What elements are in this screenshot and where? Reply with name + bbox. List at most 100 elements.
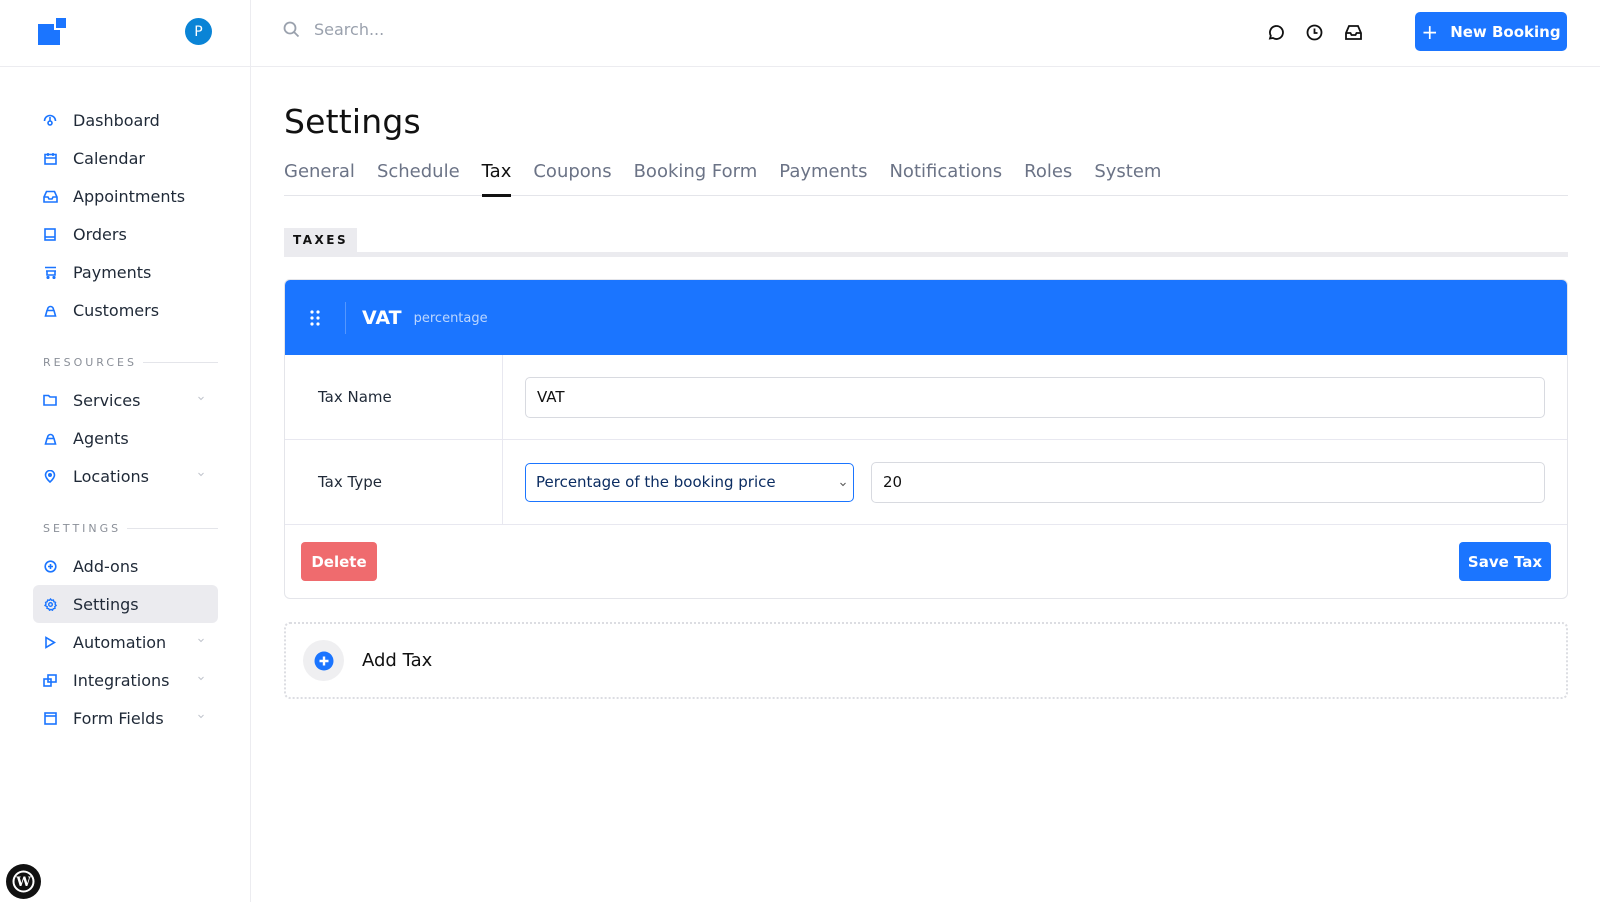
sidebar-item-payments[interactable]: Payments	[33, 253, 218, 291]
main-content: Settings General Schedule Tax Coupons Bo…	[284, 67, 1568, 699]
search-icon	[283, 21, 300, 38]
sidebar-item-agents[interactable]: Agents	[33, 419, 218, 457]
sidebar-item-label: Calendar	[73, 148, 145, 168]
chevron-down-icon[interactable]	[196, 673, 206, 683]
divider	[143, 361, 218, 363]
sidebar-item-customers[interactable]: Customers	[33, 291, 218, 329]
tab-roles[interactable]: Roles	[1024, 161, 1072, 196]
sidebar: P Dashboard Calendar Appointments Orders…	[0, 0, 251, 902]
tax-type-label: Tax Type	[285, 440, 503, 524]
page-title: Settings	[284, 102, 421, 141]
sidebar-item-label: Locations	[73, 466, 150, 486]
settings-tabs: General Schedule Tax Coupons Booking For…	[284, 161, 1568, 197]
sidebar-item-appointments[interactable]: Appointments	[33, 177, 218, 215]
sidebar-item-orders[interactable]: Orders	[33, 215, 218, 253]
sidebar-item-add-ons[interactable]: Add-ons	[33, 547, 218, 585]
clock-icon[interactable]	[1305, 23, 1324, 42]
sidebar-item-calendar[interactable]: Calendar	[33, 139, 218, 177]
section-label-text: SETTINGS	[43, 521, 122, 535]
search-placeholder: Search...	[314, 20, 385, 39]
tax-name-row: Tax Name VAT	[285, 355, 1567, 440]
sidebar-item-dashboard[interactable]: Dashboard	[33, 101, 218, 139]
drag-handle-icon[interactable]	[285, 280, 345, 355]
search-input[interactable]: Search...	[283, 20, 384, 39]
tab-booking-form[interactable]: Booking Form	[634, 161, 758, 196]
chat-icon[interactable]	[1266, 23, 1285, 42]
add-icon-wrapper	[303, 640, 344, 681]
delete-button[interactable]: Delete	[301, 542, 377, 581]
windows-icon	[42, 672, 58, 688]
form-icon	[42, 710, 58, 726]
tax-card: VAT percentage Tax Name VAT Tax Type Per…	[284, 279, 1568, 599]
new-booking-label: New Booking	[1450, 22, 1561, 41]
section-label-resources: RESOURCES	[33, 343, 218, 381]
taxes-section-header: TAXES	[284, 228, 1568, 257]
new-booking-button[interactable]: + New Booking	[1415, 12, 1567, 51]
sidebar-item-label: Services	[73, 390, 141, 410]
tax-type-badge: percentage	[413, 311, 488, 326]
tax-name-input[interactable]: VAT	[525, 376, 1545, 418]
tax-card-header[interactable]: VAT percentage	[285, 280, 1567, 355]
sidebar-item-label: Settings	[73, 594, 139, 614]
tax-card-footer: Delete Save Tax	[285, 525, 1567, 598]
sidebar-item-label: Appointments	[73, 186, 186, 206]
tab-system[interactable]: System	[1094, 161, 1161, 196]
section-label-settings: SETTINGS	[33, 509, 218, 547]
chevron-down-icon	[840, 482, 846, 486]
tax-type-value: Percentage of the booking price	[536, 473, 776, 491]
divider	[345, 301, 346, 334]
chevron-down-icon[interactable]	[196, 635, 206, 645]
dashboard-icon	[42, 112, 58, 128]
tab-general[interactable]: General	[284, 161, 355, 196]
sidebar-item-label: Customers	[73, 300, 160, 320]
tax-rate-input[interactable]: 20	[871, 461, 1545, 503]
avatar[interactable]: P	[185, 18, 212, 45]
inbox-icon[interactable]	[1344, 23, 1363, 42]
sidebar-item-integrations[interactable]: Integrations	[33, 661, 218, 699]
section-label-text: RESOURCES	[43, 355, 137, 369]
chevron-down-icon[interactable]	[196, 393, 206, 403]
play-icon	[42, 634, 58, 650]
sidebar-item-label: Dashboard	[73, 110, 160, 130]
orders-icon	[42, 226, 58, 242]
tax-type-row: Tax Type Percentage of the booking price…	[285, 440, 1567, 525]
sidebar-nav: Dashboard Calendar Appointments Orders P…	[33, 101, 218, 737]
wordpress-icon[interactable]: W	[6, 864, 41, 899]
tax-type-select[interactable]: Percentage of the booking price	[525, 462, 854, 502]
gear-icon	[42, 596, 58, 612]
sidebar-item-label: Payments	[73, 262, 152, 282]
calendar-icon	[42, 150, 58, 166]
divider	[127, 527, 218, 529]
tax-name-label: Tax Name	[285, 355, 503, 439]
save-tax-button[interactable]: Save Tax	[1459, 542, 1551, 581]
sidebar-item-settings[interactable]: Settings	[33, 585, 218, 623]
user-icon	[42, 302, 58, 318]
add-tax-button[interactable]: Add Tax	[284, 622, 1568, 699]
add-tax-label: Add Tax	[362, 650, 433, 671]
tab-schedule[interactable]: Schedule	[377, 161, 460, 196]
chevron-down-icon[interactable]	[196, 711, 206, 721]
sidebar-item-label: Form Fields	[73, 708, 164, 728]
tab-payments[interactable]: Payments	[779, 161, 867, 196]
app-logo[interactable]	[38, 16, 68, 45]
location-icon	[42, 468, 58, 484]
taxes-section-label: TAXES	[284, 228, 358, 252]
tab-notifications[interactable]: Notifications	[889, 161, 1002, 196]
sidebar-item-locations[interactable]: Locations	[33, 457, 218, 495]
svg-text:W: W	[15, 875, 31, 890]
plus-icon: +	[1421, 19, 1439, 44]
sidebar-item-automation[interactable]: Automation	[33, 623, 218, 661]
sidebar-item-label: Add-ons	[73, 556, 139, 576]
top-bar: Search... + New Booking	[251, 0, 1600, 67]
sidebar-item-label: Integrations	[73, 670, 170, 690]
sidebar-item-label: Automation	[73, 632, 167, 652]
tab-coupons[interactable]: Coupons	[533, 161, 611, 196]
user-icon	[42, 430, 58, 446]
sidebar-item-form-fields[interactable]: Form Fields	[33, 699, 218, 737]
sidebar-item-services[interactable]: Services	[33, 381, 218, 419]
sidebar-item-label: Agents	[73, 428, 129, 448]
sidebar-header: P	[0, 0, 250, 67]
tab-tax[interactable]: Tax	[481, 161, 511, 197]
chevron-down-icon[interactable]	[196, 469, 206, 479]
plus-circle-icon	[42, 558, 58, 574]
